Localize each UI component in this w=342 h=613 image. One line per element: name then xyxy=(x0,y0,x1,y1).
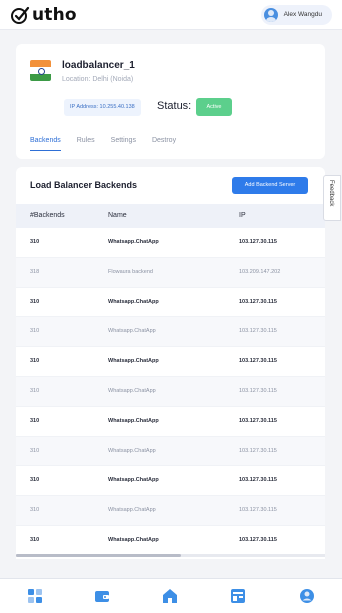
cell-backend-name: Whatsapp.ChatApp xyxy=(108,358,159,365)
bottom-nav xyxy=(0,578,342,613)
feedback-label: Feedback xyxy=(328,180,334,207)
cell-backend-name: Whatsapp.ChatApp xyxy=(108,328,156,335)
table-row[interactable]: 310 Whatsapp.ChatApp 103.127.30.115 xyxy=(16,317,325,348)
table-row[interactable]: 310 Whatsapp.ChatApp 103.127.30.115 xyxy=(16,228,325,258)
table-row[interactable]: 310 Whatsapp.ChatApp 103.127.30.115 xyxy=(16,288,325,318)
user-name: Alex Wangdu xyxy=(283,11,322,18)
status-badge: Active xyxy=(196,98,232,116)
logo-check-icon xyxy=(10,5,30,25)
tab-backends[interactable]: Backends xyxy=(30,137,61,151)
logo-text: utho xyxy=(32,4,77,25)
cell-backend-ip: 103.127.30.115 xyxy=(239,358,277,365)
cell-backend-id: 310 xyxy=(30,358,40,365)
add-backend-server-button[interactable]: Add Backend Server xyxy=(232,177,308,194)
cell-backend-ip: 103.127.30.115 xyxy=(239,328,277,335)
cell-backend-ip: 103.127.30.115 xyxy=(239,239,277,245)
dashboard-icon[interactable] xyxy=(27,588,43,604)
status-label: Status: xyxy=(157,100,192,112)
cell-backend-id: 310 xyxy=(30,387,40,394)
horizontal-scrollbar[interactable] xyxy=(16,554,325,557)
cell-backend-ip: 103.127.30.115 xyxy=(239,507,277,514)
layout-icon[interactable] xyxy=(230,588,246,604)
home-icon[interactable] xyxy=(162,588,178,604)
cell-backend-name: Flowaura backend xyxy=(108,268,153,275)
tab-destroy[interactable]: Destroy xyxy=(152,137,176,151)
cell-backend-ip: 103.127.30.115 xyxy=(239,536,277,543)
top-bar: utho Alex Wangdu xyxy=(0,0,342,30)
cell-backend-ip: 103.127.30.115 xyxy=(239,387,277,394)
table-row[interactable]: 310 Whatsapp.ChatApp 103.127.30.115 xyxy=(16,496,325,526)
column-header-ip: IP xyxy=(239,212,246,219)
india-flag-icon xyxy=(30,60,51,81)
table-row[interactable]: 310 Whatsapp.ChatApp 103.127.30.115 xyxy=(16,466,325,497)
cell-backend-ip: 103.127.30.115 xyxy=(239,298,277,305)
tab-rules[interactable]: Rules xyxy=(77,137,95,151)
cell-backend-ip: 103.127.30.115 xyxy=(239,477,277,484)
table-header: #Backends Name IP xyxy=(16,204,325,228)
scrollbar-thumb[interactable] xyxy=(16,554,181,557)
cell-backend-name: Whatsapp.ChatApp xyxy=(108,387,156,394)
table-row[interactable]: 318 Flowaura backend 103.209.147.202 xyxy=(16,257,325,288)
loadbalancer-name: loadbalancer_1 xyxy=(62,60,135,71)
utho-logo[interactable]: utho xyxy=(10,5,77,25)
loadbalancer-location: Location: Delhi (Noida) xyxy=(62,76,134,83)
column-header-backends: #Backends xyxy=(30,212,65,219)
user-avatar-icon xyxy=(263,7,278,22)
table-row[interactable]: 310 Whatsapp.ChatApp 103.127.30.115 xyxy=(16,526,325,556)
cell-backend-name: Whatsapp.ChatApp xyxy=(108,477,159,484)
loadbalancer-tabs: Backends Rules Settings Destroy xyxy=(30,137,192,151)
table-row[interactable]: 310 Whatsapp.ChatApp 103.127.30.115 xyxy=(16,407,325,437)
cell-backend-ip: 103.209.147.202 xyxy=(239,268,281,275)
table-row[interactable]: 310 Whatsapp.ChatApp 103.127.30.115 xyxy=(16,376,325,407)
wallet-icon[interactable] xyxy=(94,588,110,604)
cell-backend-name: Whatsapp.ChatApp xyxy=(108,536,159,543)
cell-backend-name: Whatsapp.ChatApp xyxy=(108,417,159,424)
feedback-tab[interactable]: Feedback xyxy=(323,175,341,221)
table-row[interactable]: 310 Whatsapp.ChatApp 103.127.30.115 xyxy=(16,347,325,377)
cell-backend-id: 310 xyxy=(30,536,40,543)
cell-backend-name: Whatsapp.ChatApp xyxy=(108,507,156,514)
backends-title: Load Balancer Backends xyxy=(30,180,138,190)
ip-address-badge: IP Address: 10.255.40.138 xyxy=(64,99,141,116)
cell-backend-id: 310 xyxy=(30,447,40,454)
cell-backend-ip: 103.127.30.115 xyxy=(239,447,277,454)
user-menu[interactable]: Alex Wangdu xyxy=(260,4,332,25)
cell-backend-id: 310 xyxy=(30,417,40,424)
cell-backend-id: 318 xyxy=(30,268,40,275)
loadbalancer-summary-card: loadbalancer_1 Location: Delhi (Noida) I… xyxy=(16,44,325,159)
cell-backend-id: 310 xyxy=(30,477,40,484)
column-header-name: Name xyxy=(108,212,127,219)
cell-backend-id: 310 xyxy=(30,239,40,245)
backends-card: Load Balancer Backends Add Backend Serve… xyxy=(16,167,325,559)
table-row[interactable]: 310 Whatsapp.ChatApp 103.127.30.115 xyxy=(16,436,325,467)
cell-backend-id: 310 xyxy=(30,298,40,305)
cell-backend-name: Whatsapp.ChatApp xyxy=(108,239,159,245)
tab-settings[interactable]: Settings xyxy=(111,137,136,151)
backends-table-body: 310 Whatsapp.ChatApp 103.127.30.115 318 Flow… xyxy=(16,228,325,556)
cell-backend-id: 310 xyxy=(30,328,40,335)
cell-backend-name: Whatsapp.ChatApp xyxy=(108,447,156,454)
cell-backend-id: 310 xyxy=(30,507,40,514)
cell-backend-ip: 103.127.30.115 xyxy=(239,417,277,424)
cell-backend-name: Whatsapp.ChatApp xyxy=(108,298,159,305)
profile-icon[interactable] xyxy=(299,588,315,604)
